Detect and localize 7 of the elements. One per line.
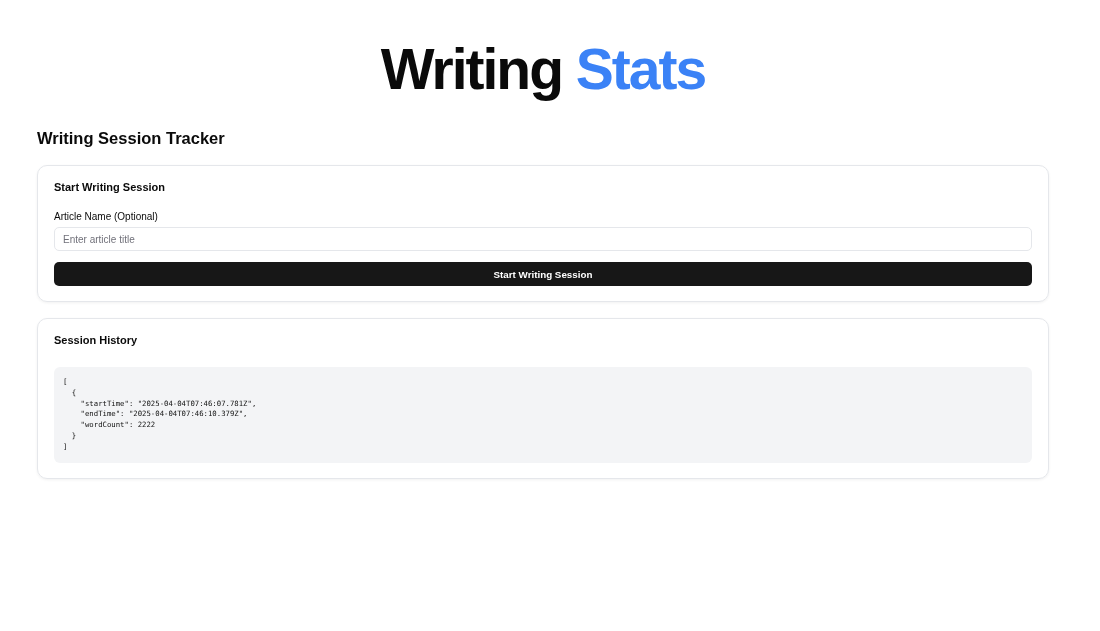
article-title-input[interactable]: Enter article title [54, 227, 1032, 251]
page-title: Writing Stats [380, 37, 706, 101]
card-title: Start Writing Session [54, 180, 167, 195]
field-label: Article Name (Optional) [54, 210, 159, 224]
start-session-button[interactable]: Start Writing Session [54, 262, 1032, 286]
card-title: Session History [54, 333, 139, 348]
section-heading: Writing Session Tracker [37, 128, 226, 149]
